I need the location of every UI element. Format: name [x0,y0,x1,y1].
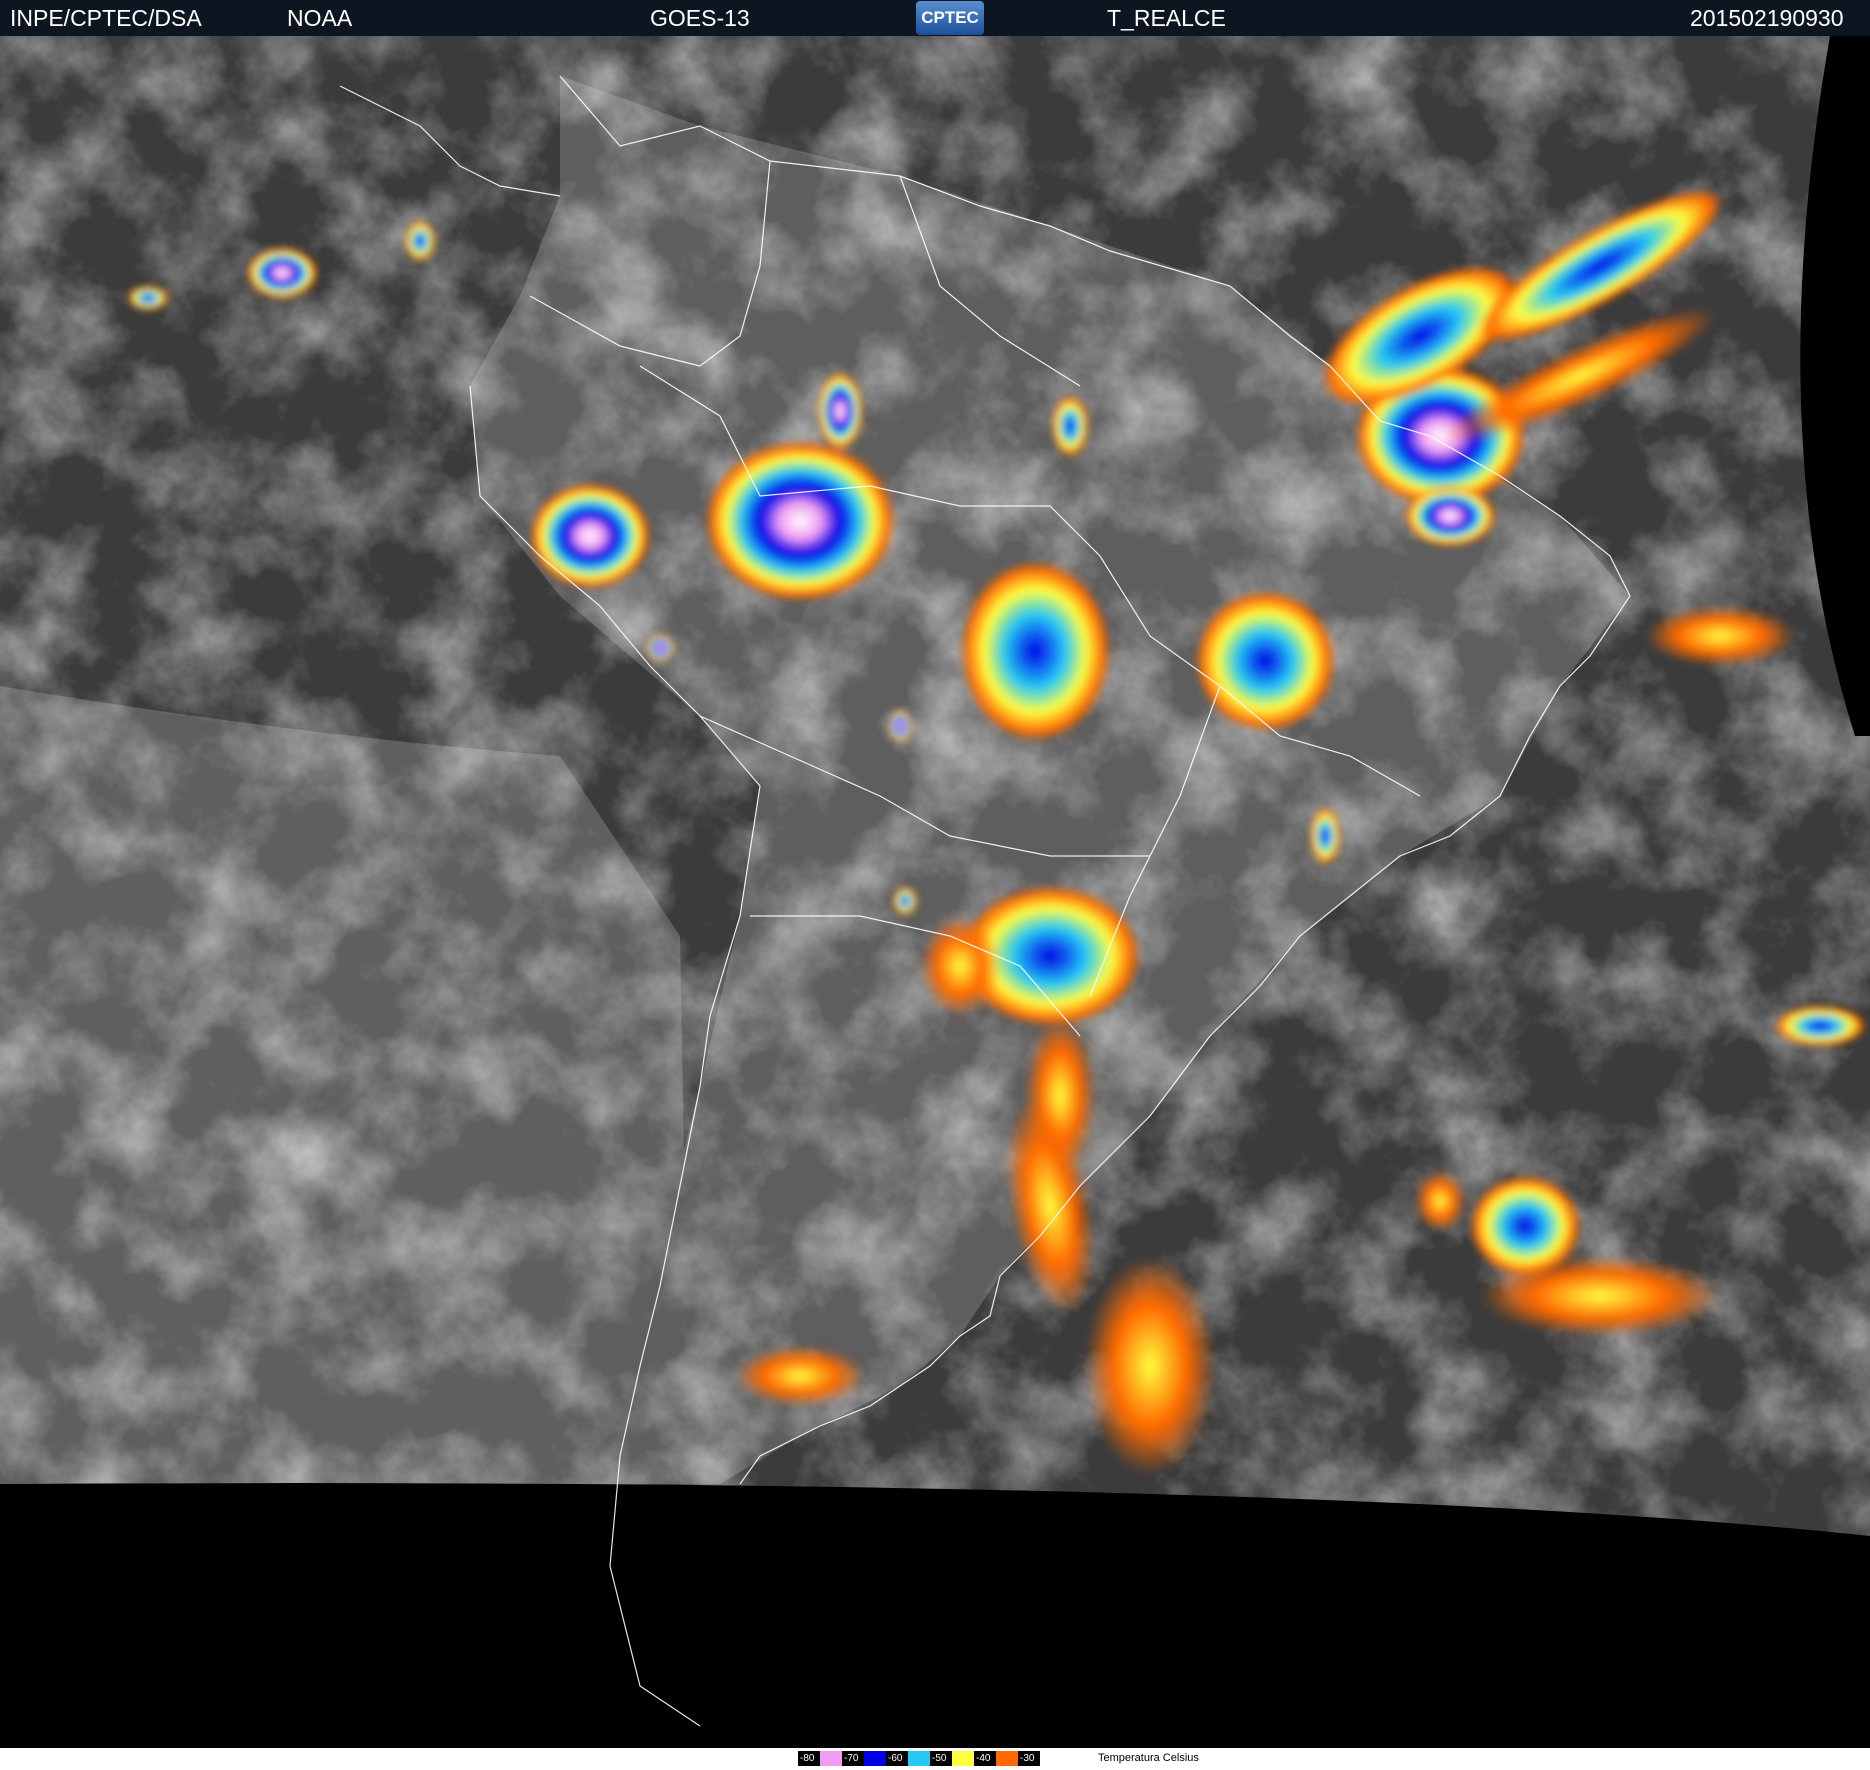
satellite-label: GOES-13 [650,5,750,31]
legend-label: -30 [1018,1751,1040,1766]
satellite-map [0,36,1870,1748]
product-label: T_REALCE [1107,5,1226,31]
legend-label: -80 [798,1751,820,1766]
datetime-label: 201502190930 [1690,5,1844,31]
cptec-logo: CPTEC [916,1,984,35]
legend-label: -60 [886,1751,908,1766]
legend-swatch [908,1751,930,1766]
legend-swatch [996,1751,1018,1766]
agency-label: NOAA [287,5,353,31]
legend-swatch [864,1751,886,1766]
institution-label: INPE/CPTEC/DSA [10,5,202,31]
image-header: INPE/CPTEC/DSA NOAA GOES-13 CPTEC T_REAL… [0,0,1870,36]
legend-swatch [820,1751,842,1766]
legend-caption: Temperatura Celsius [1098,1752,1199,1764]
temperature-legend: -80 -70 -60 -50 -40 -30 Temperatura Celsius [0,1748,1870,1770]
legend-label: -40 [974,1751,996,1766]
legend-swatch [952,1751,974,1766]
legend-label: -50 [930,1751,952,1766]
legend-label: -70 [842,1751,864,1766]
